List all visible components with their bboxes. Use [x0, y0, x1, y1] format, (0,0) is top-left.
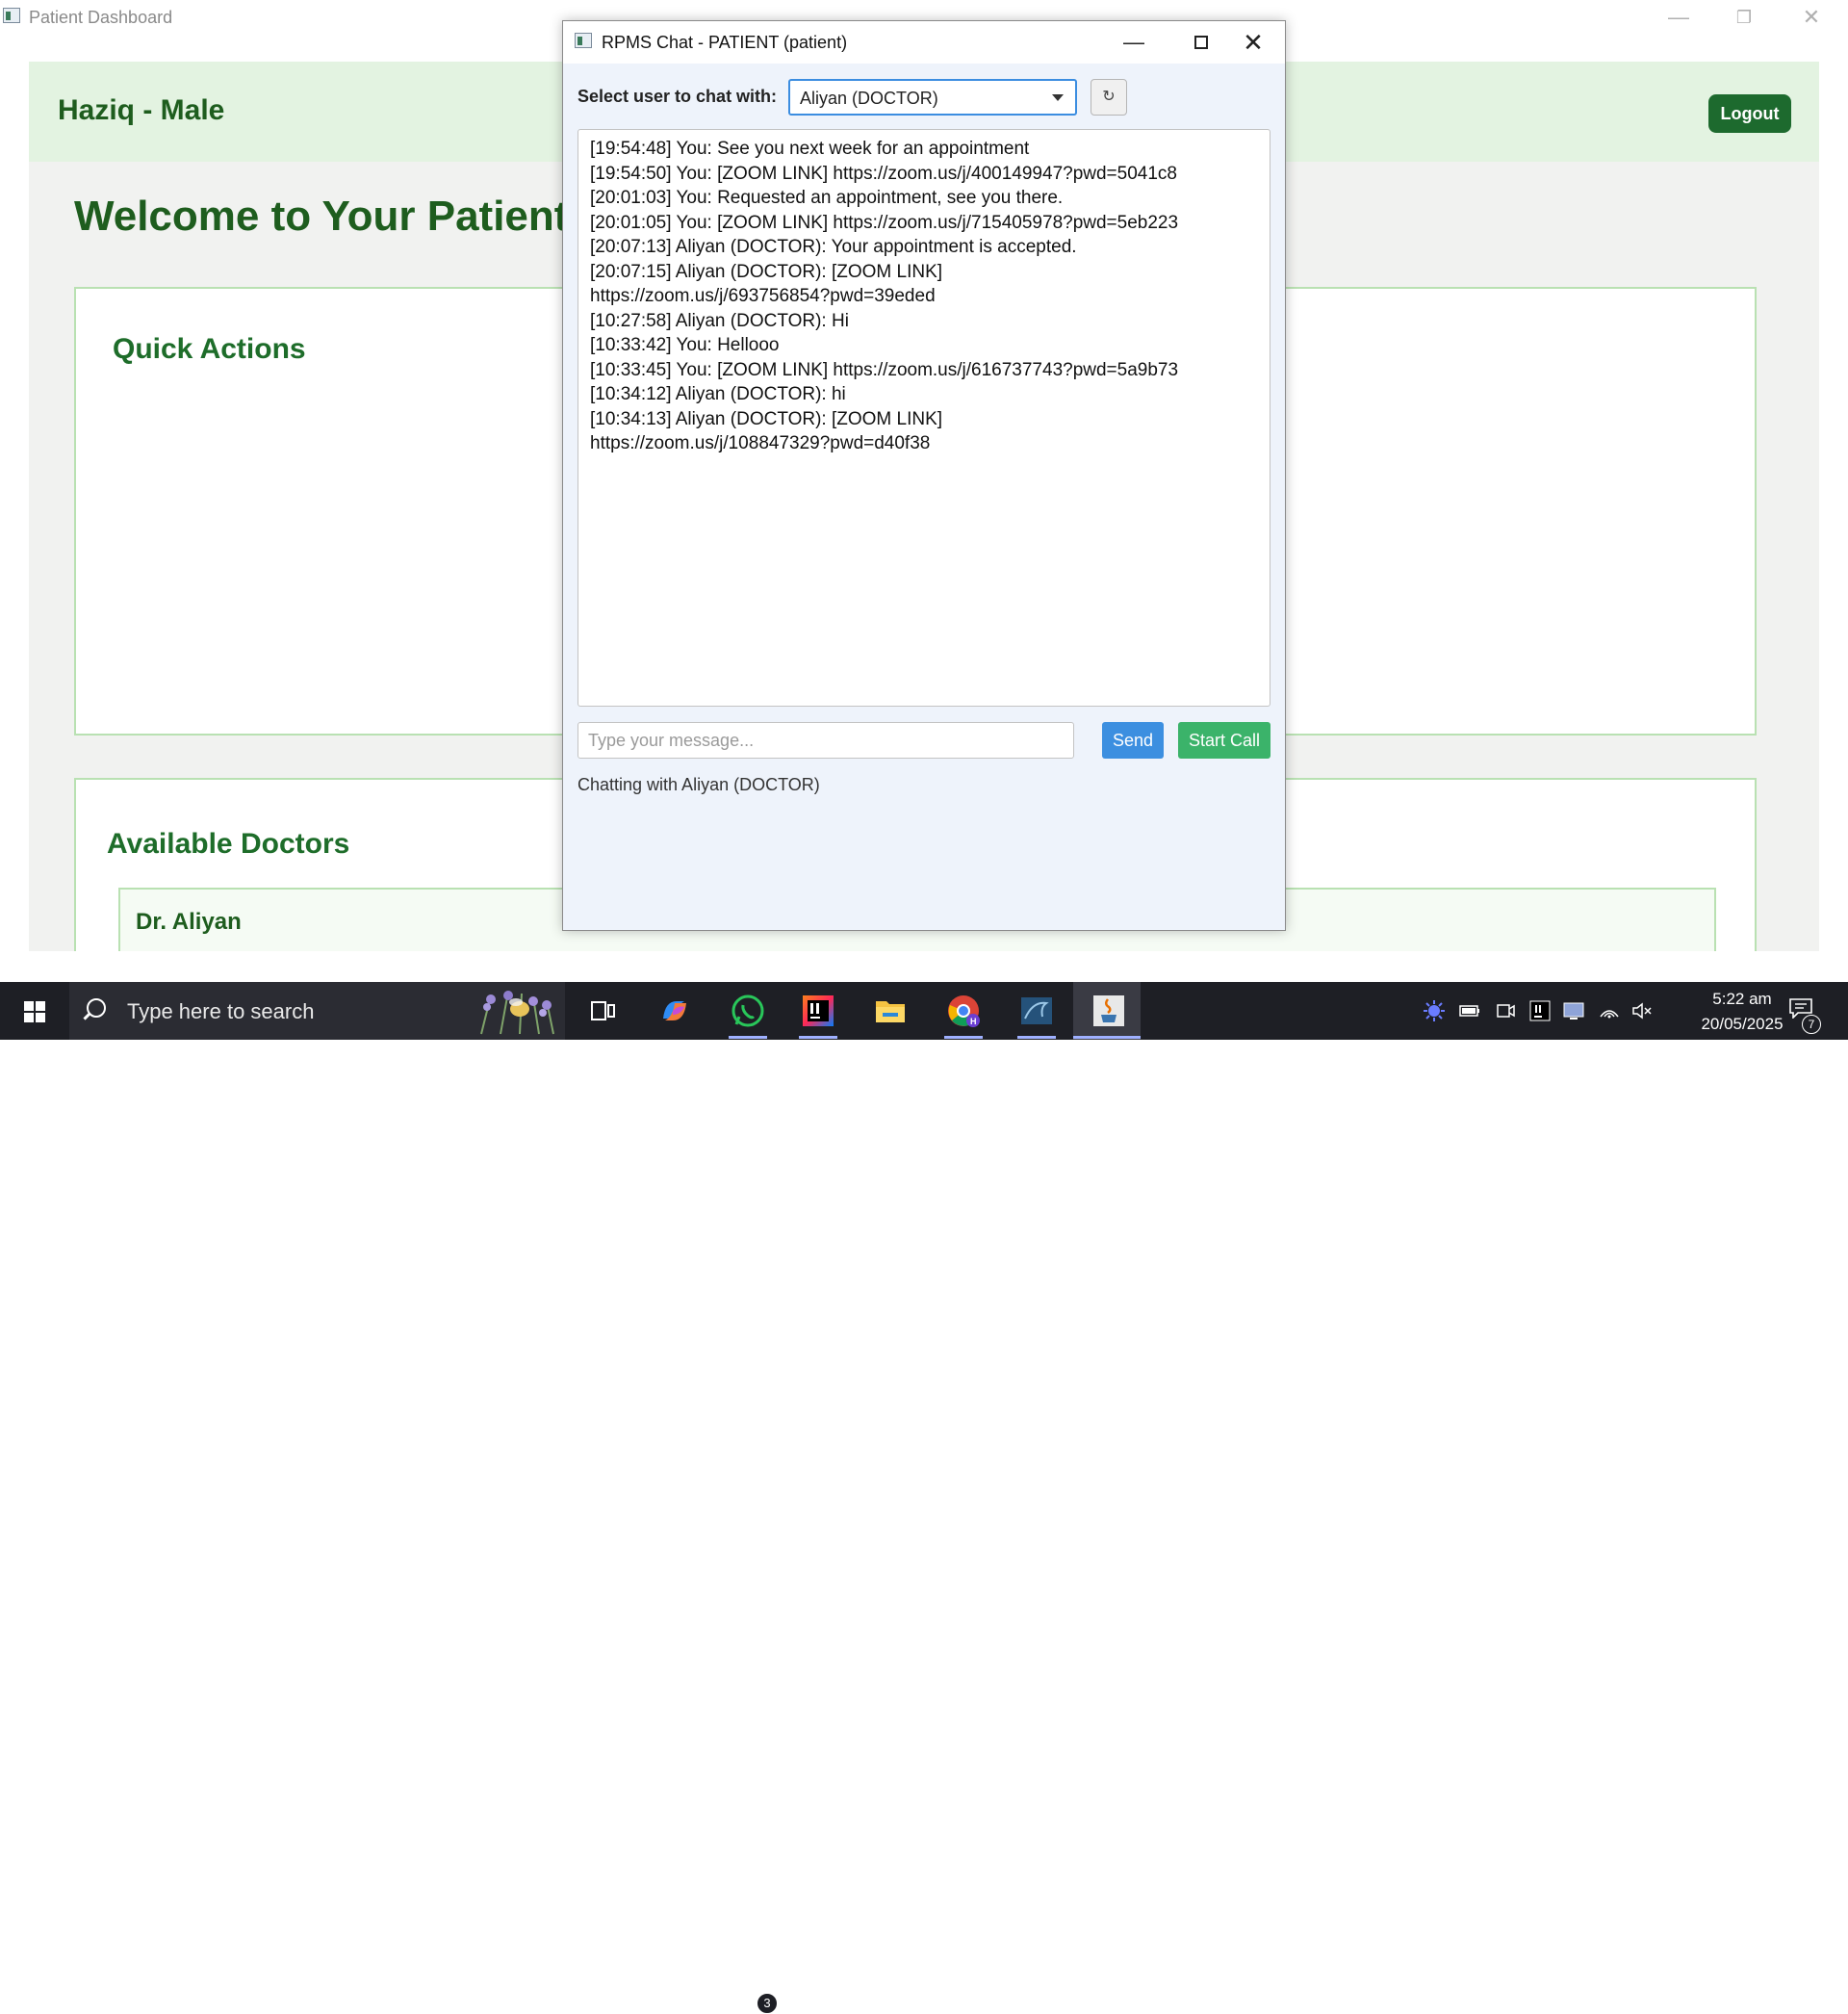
- app-window-icon: [3, 8, 20, 23]
- chat-titlebar: RPMS Chat - PATIENT (patient) — ✕: [563, 21, 1285, 64]
- speaker-muted-icon[interactable]: [1630, 999, 1654, 1022]
- whatsapp-active-indicator: [729, 1036, 767, 1039]
- whatsapp-badge: 3: [757, 1993, 778, 2014]
- select-user-label: Select user to chat with:: [578, 87, 778, 106]
- monitor-icon[interactable]: [1562, 999, 1585, 1022]
- copilot-icon[interactable]: [655, 992, 694, 1030]
- chat-message: [20:01:05] You: [ZOOM LINK] https://zoom…: [590, 212, 1179, 233]
- intellij-icon[interactable]: [799, 992, 837, 1030]
- clock-date[interactable]: 20/05/2025: [1686, 1015, 1798, 1034]
- chat-message: [19:54:48] You: See you next week for an…: [590, 139, 1030, 159]
- chat-window: RPMS Chat - PATIENT (patient) — ✕ Select…: [562, 20, 1286, 931]
- quick-actions-title: Quick Actions: [113, 333, 306, 365]
- chat-message: [10:34:13] Aliyan (DOCTOR): [ZOOM LINK]: [590, 408, 943, 429]
- clock-time[interactable]: 5:22 am: [1686, 990, 1798, 1009]
- intellij-tray-icon[interactable]: [1528, 999, 1552, 1022]
- selected-user-value: Aliyan (DOCTOR): [800, 89, 938, 108]
- chat-message: https://zoom.us/j/693756854?pwd=39eded: [590, 286, 936, 306]
- svg-text:H: H: [970, 1017, 977, 1026]
- task-view-icon[interactable]: [583, 992, 622, 1030]
- chrome-icon[interactable]: H: [944, 992, 983, 1030]
- chat-message: https://zoom.us/j/108847329?pwd=d40f38: [590, 433, 931, 453]
- chat-app-icon: [575, 33, 592, 48]
- chat-message: [10:33:45] You: [ZOOM LINK] https://zoom…: [590, 359, 1179, 380]
- java-active-indicator: [1073, 1036, 1141, 1039]
- whatsapp-icon[interactable]: [729, 992, 767, 1030]
- java-icon[interactable]: [1090, 992, 1128, 1030]
- search-placeholder: Type here to search: [127, 999, 315, 1023]
- file-explorer-icon[interactable]: [871, 992, 910, 1030]
- available-doctors-title: Available Doctors: [107, 828, 350, 860]
- doctor-name: Dr. Aliyan: [136, 909, 242, 935]
- mysql-active-indicator: [1017, 1036, 1056, 1039]
- chat-window-title: RPMS Chat - PATIENT (patient): [602, 33, 848, 52]
- mysql-workbench-icon[interactable]: [1017, 992, 1056, 1030]
- intellij-active-indicator: [799, 1036, 837, 1039]
- maximize-icon[interactable]: [1179, 27, 1223, 58]
- chat-message: [20:07:15] Aliyan (DOCTOR): [ZOOM LINK]: [590, 261, 943, 282]
- chat-message: [20:07:13] Aliyan (DOCTOR): Your appoint…: [590, 237, 1077, 257]
- lavender-decoration-icon: [480, 991, 554, 1035]
- welcome-heading: Welcome to Your Patient: [74, 193, 569, 240]
- minimize-icon[interactable]: —: [1659, 4, 1698, 31]
- taskbar-search-box[interactable]: Type here to search: [69, 982, 565, 1040]
- wifi-icon[interactable]: [1598, 999, 1621, 1022]
- send-button[interactable]: Send: [1102, 722, 1164, 759]
- battery-icon[interactable]: [1458, 999, 1481, 1022]
- search-icon: [87, 998, 106, 1018]
- notification-count-badge: 7: [1802, 1015, 1821, 1034]
- chevron-down-icon: [1052, 94, 1064, 101]
- chat-message: [20:01:03] You: Requested an appointment…: [590, 188, 1064, 208]
- close-icon[interactable]: ✕: [1231, 27, 1275, 58]
- messages-list: [19:54:48] You: See you next week for an…: [590, 137, 1254, 456]
- user-select-dropdown[interactable]: Aliyan (DOCTOR): [788, 79, 1077, 116]
- chat-status-text: Chatting with Aliyan (DOCTOR): [578, 775, 820, 794]
- windows-start-button[interactable]: [0, 982, 69, 1040]
- close-icon[interactable]: ✕: [1792, 4, 1831, 31]
- patient-name-header: Haziq - Male: [58, 94, 225, 126]
- logout-button[interactable]: Logout: [1708, 94, 1791, 133]
- chat-message: [10:34:12] Aliyan (DOCTOR): hi: [590, 384, 846, 404]
- minimize-icon[interactable]: —: [1112, 27, 1156, 58]
- taskbar: Type here to search 3 H 5:22 am 20/05/20…: [0, 982, 1848, 2014]
- chrome-active-indicator: [944, 1036, 983, 1039]
- camera-icon[interactable]: [1494, 999, 1517, 1022]
- messages-area[interactable]: [19:54:48] You: See you next week for an…: [578, 129, 1270, 707]
- chat-message: [19:54:50] You: [ZOOM LINK] https://zoom…: [590, 163, 1177, 184]
- chat-message: [10:27:58] Aliyan (DOCTOR): Hi: [590, 310, 849, 331]
- dashboard-window-title: Patient Dashboard: [29, 8, 173, 27]
- restore-icon[interactable]: ❐: [1725, 4, 1763, 31]
- chat-message: [10:33:42] You: Hellooo: [590, 335, 780, 355]
- message-input[interactable]: [578, 722, 1074, 759]
- windows-logo-icon: [24, 1001, 34, 1011]
- refresh-button[interactable]: ↻: [1091, 79, 1127, 116]
- settings-sun-icon[interactable]: [1423, 999, 1446, 1022]
- start-call-button[interactable]: Start Call: [1178, 722, 1270, 759]
